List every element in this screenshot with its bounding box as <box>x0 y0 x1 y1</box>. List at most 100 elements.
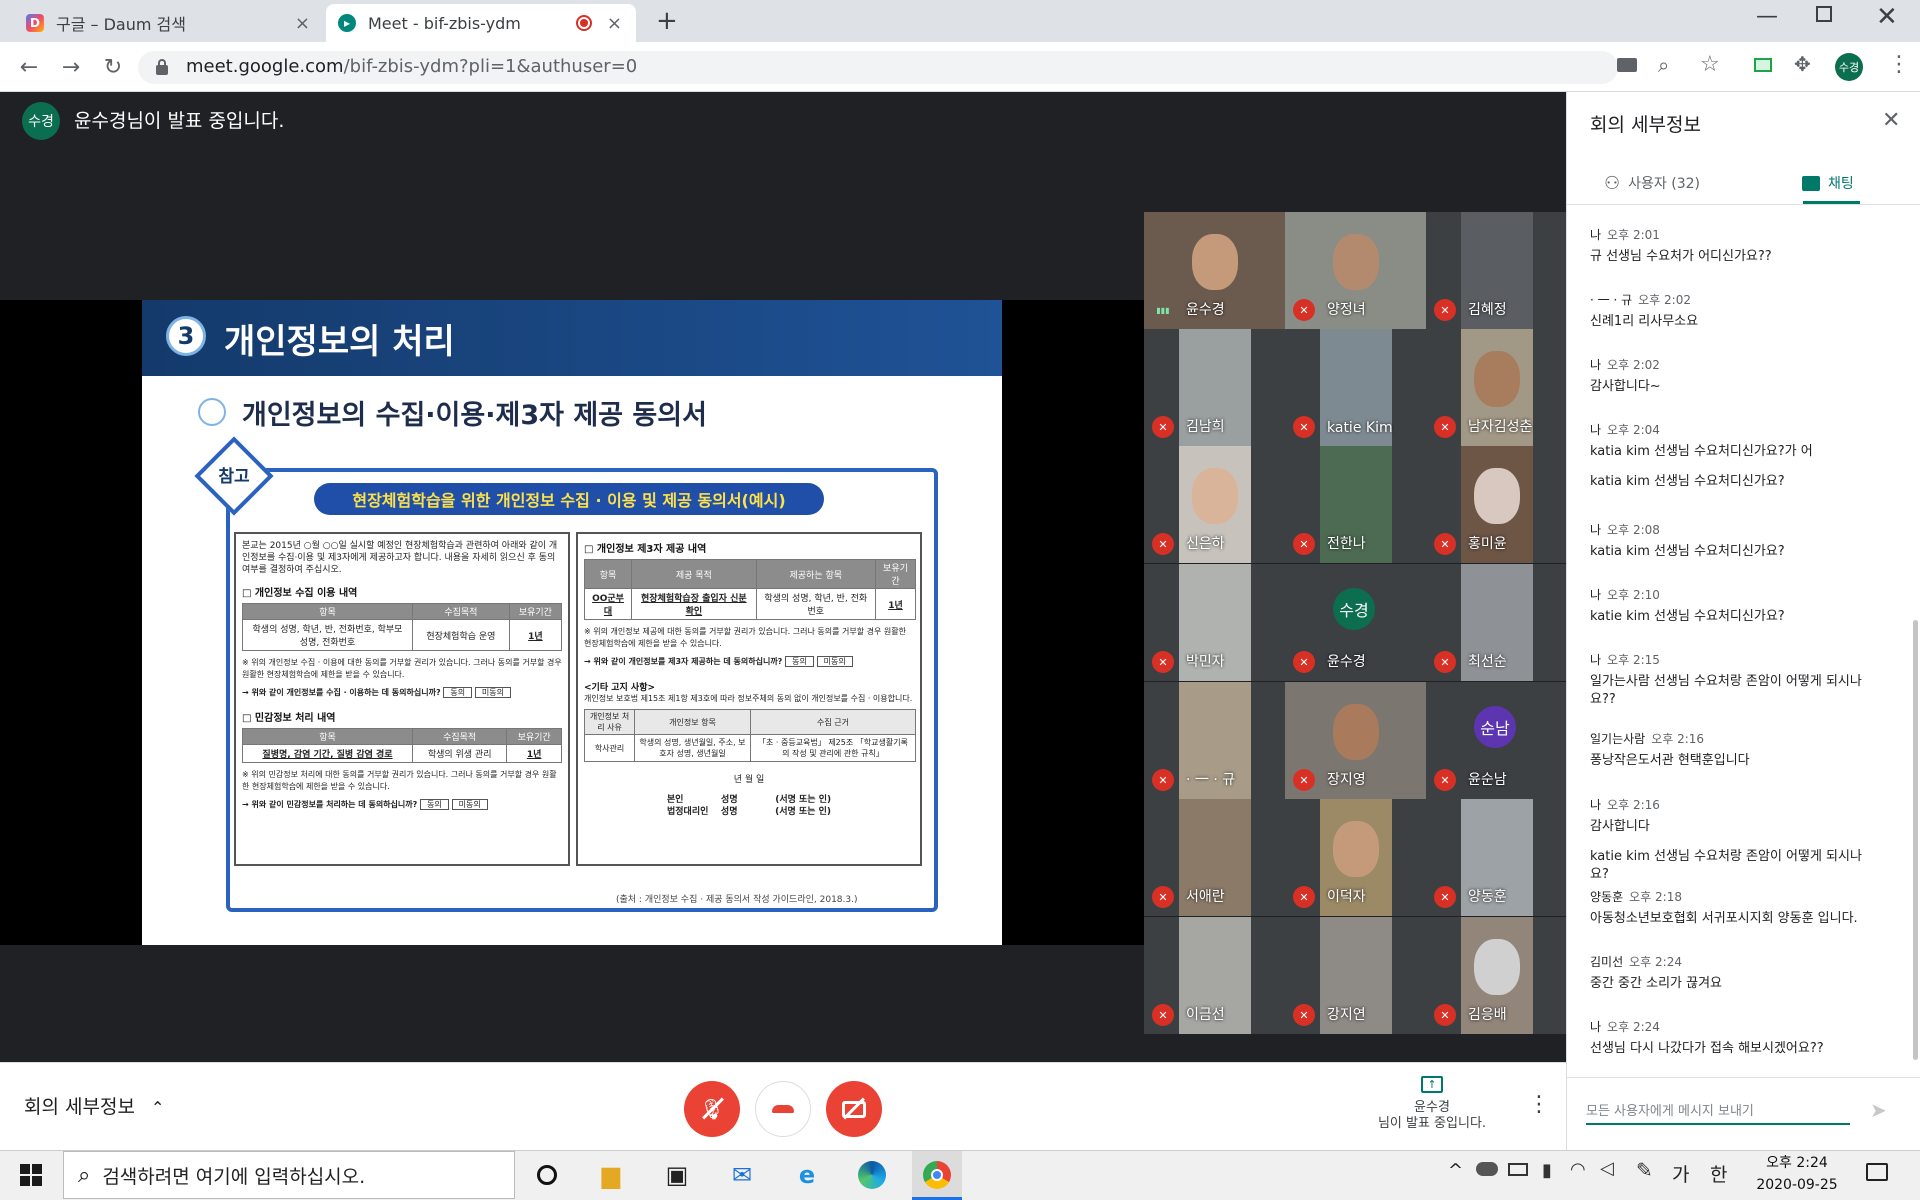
table-cell: 학생의 성명, 생년월일, 주소, 보호자 성명, 생년월일 <box>634 734 751 762</box>
chat-sender: 나 <box>1590 523 1602 537</box>
leave-call-button[interactable] <box>755 1081 811 1137</box>
participant-tile[interactable]: ✕ 남자김성춘 <box>1426 329 1567 446</box>
camera-toggle-button[interactable] <box>826 1081 882 1137</box>
participant-tile[interactable]: ✕ 양정녀 <box>1285 212 1426 329</box>
meeting-details-button[interactable]: 회의 세부정보 ⌃ <box>24 1092 164 1119</box>
back-icon[interactable]: ← <box>14 52 44 82</box>
close-window-icon[interactable]: ✕ <box>1876 2 1898 32</box>
participant-tile[interactable]: ✕ 최선순 <box>1426 564 1567 681</box>
send-icon[interactable]: ➤ <box>1870 1098 1887 1122</box>
windows-start-icon[interactable] <box>20 1164 42 1186</box>
participant-tile[interactable]: ✕ 전한나 <box>1285 446 1426 563</box>
internet-explorer-icon[interactable]: e <box>790 1158 824 1192</box>
chat-message-input[interactable]: 모든 사용자에게 메시지 보내기 <box>1586 1100 1850 1125</box>
tab-people-label: 사용자 (32) <box>1628 176 1700 192</box>
onedrive-icon[interactable] <box>1476 1162 1498 1176</box>
participant-name: 윤수경 <box>1186 302 1225 318</box>
participant-tile[interactable]: ✕ 신은하 <box>1144 446 1285 563</box>
chat-icon <box>1802 175 1820 191</box>
participant-tile[interactable]: ✕ 김혜정 <box>1426 212 1567 329</box>
more-options-icon[interactable]: ⋮ <box>1528 1092 1550 1117</box>
battery-icon[interactable] <box>1508 1163 1528 1176</box>
mic-muted-icon: ✕ <box>1434 651 1456 673</box>
participant-tile[interactable]: ✕ 양동훈 <box>1426 799 1567 916</box>
lock-icon[interactable] <box>156 59 168 75</box>
bookmark-star-icon[interactable]: ☆ <box>1700 52 1720 77</box>
tab-daum[interactable]: D 구글 – Daum 검색 × <box>14 4 324 42</box>
mic-toggle-button[interactable]: 🎙 <box>684 1081 740 1137</box>
close-tab-icon[interactable]: × <box>607 13 622 34</box>
participant-tile[interactable]: ▮▮▮ 윤수경 <box>1144 212 1285 329</box>
wifi-icon[interactable]: ◠ <box>1570 1159 1586 1180</box>
close-tab-icon[interactable]: × <box>295 13 310 34</box>
tab-people[interactable]: ⚇ 사용자 (32) <box>1604 162 1764 204</box>
participant-tile[interactable]: ✕ 김응배 <box>1426 917 1567 1034</box>
section-title: □ 민감정보 처리 내역 <box>242 713 336 724</box>
tab-chat[interactable]: 채팅 <box>1802 162 1882 204</box>
participant-name: 장지영 <box>1327 772 1366 788</box>
signature-line: 본인 성명 (서명 또는 인) <box>666 795 832 805</box>
volume-icon[interactable]: ◁ <box>1600 1158 1614 1179</box>
hang-up-icon <box>772 1105 794 1113</box>
form-intro: 본교는 2015년 ○월 ○○일 실시할 예정인 현장체험학습과 관련하여 아래… <box>242 541 558 575</box>
present-screen-icon[interactable]: ↑ <box>1421 1076 1443 1093</box>
taskbar-search[interactable]: ⌕ 검색하려면 여기에 입력하십시오. <box>63 1151 515 1199</box>
browser-menu-icon[interactable]: ⋮ <box>1888 52 1910 77</box>
participant-name: 서애란 <box>1186 889 1225 905</box>
presenter-avatar: 수경 <box>22 102 60 140</box>
pen-icon[interactable]: ✎ <box>1636 1158 1653 1182</box>
extension-screen-icon[interactable] <box>1754 58 1772 72</box>
ime-mode[interactable]: 한 <box>1710 1160 1727 1187</box>
date-line: 년 월 일 <box>733 775 765 785</box>
minimize-icon[interactable]: — <box>1756 4 1778 29</box>
ime-language[interactable]: 가 <box>1672 1160 1689 1187</box>
tab-meet[interactable]: ▸ Meet - bif-zbis-ydm × <box>326 4 636 42</box>
participant-face <box>1474 351 1520 407</box>
tray-chevron-icon[interactable]: ^ <box>1448 1160 1463 1181</box>
chat-message: 나 오후 2:01 규 선생님 수요처가 어디신가요?? <box>1590 226 1880 266</box>
participant-tile[interactable]: ✕ 박민자 <box>1144 564 1285 681</box>
edge-icon[interactable] <box>855 1158 889 1192</box>
taskbar-clock[interactable]: 오후 2:24 2020-09-25 <box>1752 1152 1842 1196</box>
participant-tile[interactable]: ✕ 장지영 <box>1285 682 1426 799</box>
url-text[interactable]: meet.google.com/bif-zbis-ydm?pli=1&authu… <box>186 56 637 77</box>
notifications-icon[interactable] <box>1866 1163 1888 1181</box>
participant-tile[interactable]: ✕ 이덕자 <box>1285 799 1426 916</box>
chat-time: 오후 2:16 <box>1651 732 1705 746</box>
chat-message: 김미선 오후 2:24 중간 중간 소리가 끊겨요 <box>1590 953 1880 993</box>
table-cell: 학사관리 <box>583 734 636 762</box>
chat-time: 오후 2:08 <box>1607 523 1660 537</box>
microphone-tray-icon[interactable]: ▮ <box>1542 1160 1552 1181</box>
mail-icon[interactable]: ✉ <box>725 1158 759 1192</box>
participant-tile[interactable]: ✕ 홍미윤 <box>1426 446 1567 563</box>
chat-scrollbar[interactable] <box>1913 620 1918 1060</box>
reload-icon[interactable]: ↻ <box>98 52 128 82</box>
participant-tile[interactable]: ✕ 이금선 <box>1144 917 1285 1034</box>
participant-tile[interactable]: ✕ katie Kim <box>1285 329 1426 446</box>
file-explorer-icon[interactable]: ▆ <box>594 1158 628 1192</box>
chat-text: 아동청소년보호협회 서귀포시지회 양동훈 입니다. <box>1590 911 1858 926</box>
taskbar-search-placeholder: 검색하려면 여기에 입력하십시오. <box>102 1165 366 1188</box>
forward-icon[interactable]: → <box>56 52 86 82</box>
mic-muted-icon: ✕ <box>1152 769 1174 791</box>
task-view-icon[interactable] <box>530 1158 564 1192</box>
close-panel-icon[interactable]: ✕ <box>1882 108 1900 133</box>
zoom-icon[interactable]: ⌕ <box>1658 53 1669 77</box>
profile-avatar[interactable]: 수경 <box>1835 53 1863 81</box>
store-icon[interactable]: ▣ <box>660 1158 694 1192</box>
extensions-puzzle-icon[interactable]: ✥ <box>1794 52 1811 76</box>
participant-tile[interactable]: 수경 ✕ 윤수경 <box>1285 564 1426 681</box>
participant-tile[interactable]: ✕ · 一 · 규 <box>1144 682 1285 799</box>
chat-text: katie kim 선생님 수요처디신가요? <box>1590 609 1785 624</box>
present-status[interactable]: 윤수경 님이 발표 중입니다. <box>1370 1100 1494 1132</box>
chat-message: 나 오후 2:08 katia kim 선생님 수요처디신가요? <box>1590 521 1880 561</box>
consent-question: → 위와 같이 개인정보를 수집 · 이용하는 데 동의하십니까? 동의 미동의 <box>242 687 562 699</box>
participant-tile[interactable]: ✕ 서애란 <box>1144 799 1285 916</box>
participant-tile[interactable]: 순남 ✕ 윤순남 <box>1426 682 1567 799</box>
camera-icon[interactable] <box>1617 58 1637 72</box>
participant-tile[interactable]: ✕ 강지연 <box>1285 917 1426 1034</box>
restore-icon[interactable] <box>1816 6 1832 22</box>
mic-muted-icon: ✕ <box>1152 1004 1174 1026</box>
participant-tile[interactable]: ✕ 김남희 <box>1144 329 1285 446</box>
new-tab-button[interactable]: + <box>656 6 678 36</box>
